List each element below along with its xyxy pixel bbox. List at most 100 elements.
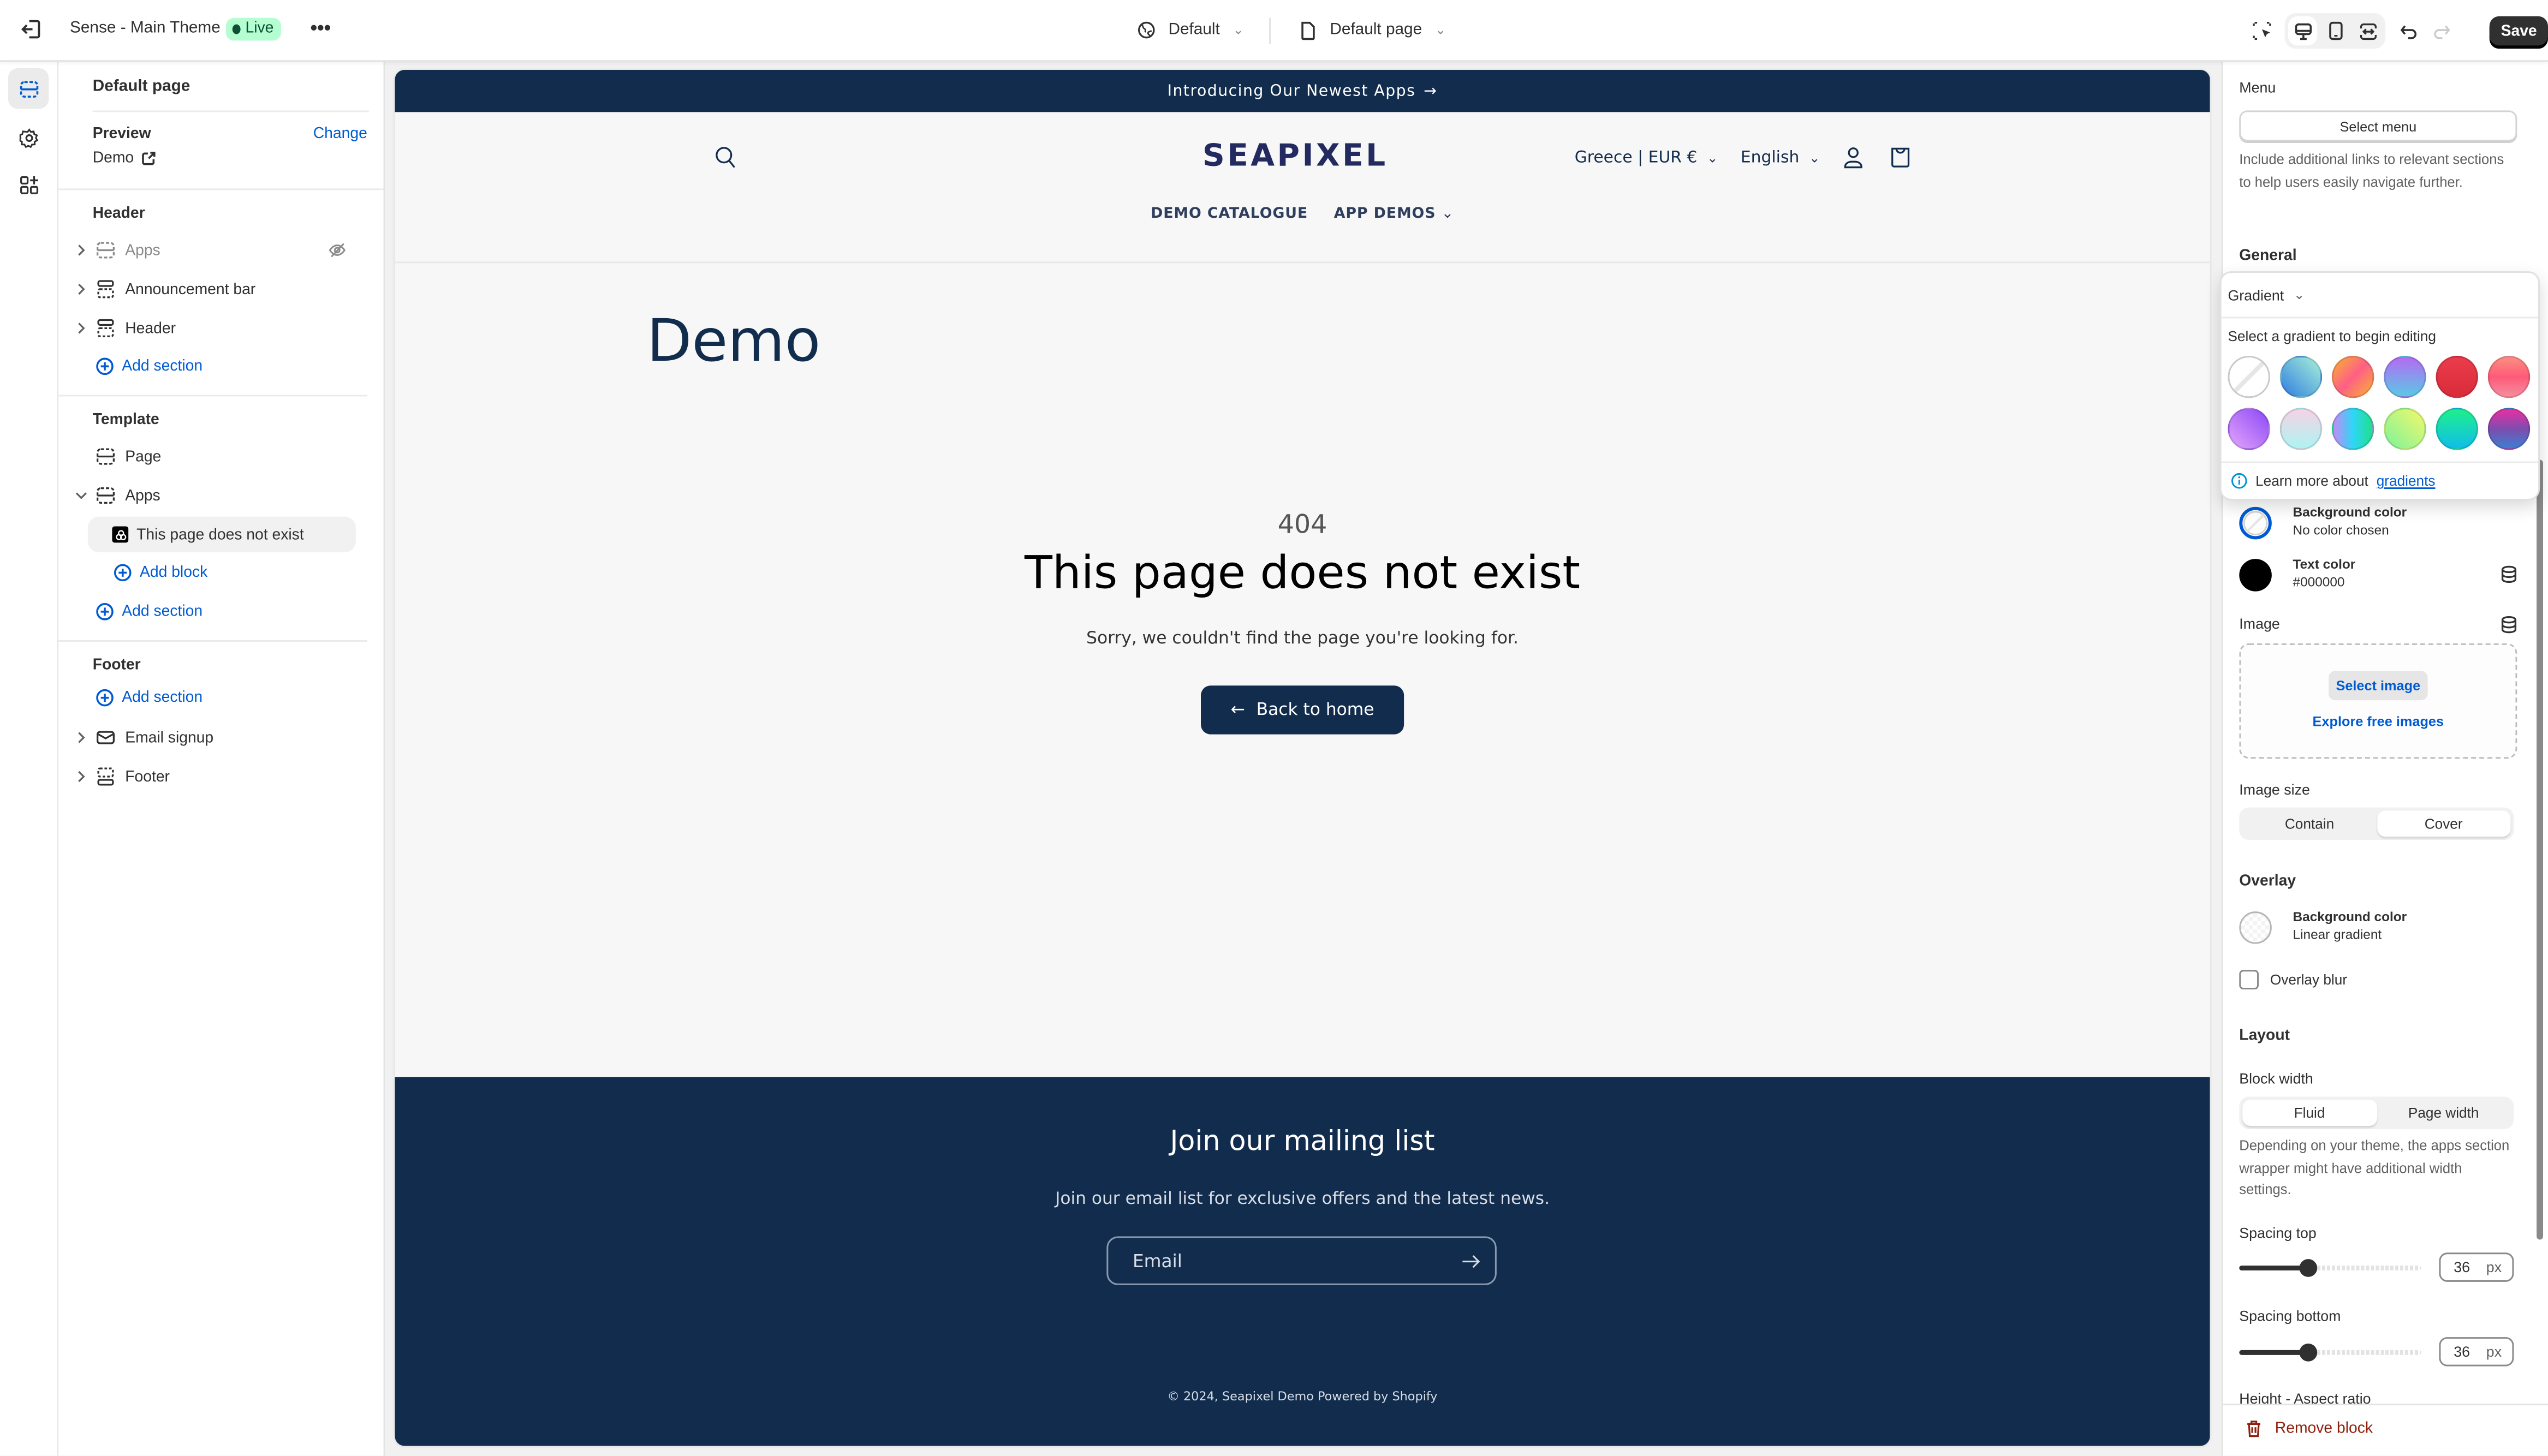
gradient-preset-none[interactable] (2228, 355, 2270, 398)
more-actions-button[interactable]: ••• (311, 16, 331, 39)
spacing-bottom-slider[interactable]: 36 px (2239, 1337, 2515, 1367)
add-section-header-button[interactable]: Add section (96, 357, 203, 375)
change-preview-link[interactable]: Change (313, 125, 367, 143)
chevron-down-icon: ⌄ (2294, 287, 2305, 302)
overlay-background-setting[interactable]: Background color Linear gradient (2239, 910, 2517, 944)
email-input[interactable] (1129, 1248, 1428, 1273)
nav-link-app-demos[interactable]: APP DEMOS ⌄ (1334, 206, 1454, 223)
page-selector[interactable]: Default page ⌄ (1301, 20, 1446, 40)
select-image-button[interactable]: Select image (2329, 671, 2428, 701)
gradients-link[interactable]: gradients (2377, 473, 2436, 489)
store-logo[interactable]: SEAPIXEL (1202, 138, 1388, 174)
chevron-right-icon[interactable] (72, 244, 91, 257)
slider-thumb[interactable] (2299, 1343, 2318, 1362)
add-section-footer-button[interactable]: Add section (96, 689, 203, 707)
add-section-template-button[interactable]: Add section (96, 602, 203, 620)
announcement-bar[interactable]: Introducing Our Newest Apps → (395, 70, 2210, 112)
panel-scrollbar[interactable] (2537, 460, 2544, 1240)
image-size-label: Image size (2239, 781, 2310, 798)
theme-settings-button[interactable] (8, 117, 49, 157)
image-size-cover[interactable]: Cover (2376, 810, 2511, 837)
gradient-preset[interactable] (2279, 355, 2323, 398)
country-selector[interactable]: Greece | EUR € ⌄ (1575, 148, 1718, 166)
section-item-page[interactable]: Page (72, 439, 364, 474)
section-label: Announcement bar (125, 280, 256, 299)
exit-icon[interactable] (20, 18, 43, 41)
cart-icon[interactable] (1890, 146, 1911, 169)
gradient-preset[interactable] (2436, 355, 2478, 398)
external-link-icon[interactable] (142, 151, 157, 166)
inspector-icon[interactable] (2249, 18, 2275, 44)
spacing-bottom-input[interactable]: 36 px (2439, 1337, 2514, 1367)
hidden-eye-icon[interactable] (328, 242, 346, 259)
number-value[interactable]: 36 (2440, 1259, 2482, 1275)
number-value[interactable]: 36 (2440, 1344, 2482, 1360)
chevron-right-icon[interactable] (72, 731, 91, 744)
chevron-right-icon[interactable] (72, 770, 91, 783)
block-width-page[interactable]: Page width (2377, 1100, 2511, 1126)
chevron-right-icon[interactable] (72, 283, 91, 296)
gradient-preset[interactable] (2487, 355, 2531, 398)
undo-icon[interactable] (2395, 18, 2421, 44)
desktop-view-button[interactable] (2288, 16, 2318, 46)
divider (1270, 17, 1272, 43)
fullwidth-view-button[interactable] (2353, 16, 2383, 46)
overlay-blur-checkbox[interactable]: Overlay blur (2239, 970, 2347, 989)
store-preview: Introducing Our Newest Apps → SEAPIXEL G… (395, 70, 2210, 1446)
section-item-announcement-bar[interactable]: Announcement bar (72, 271, 364, 307)
search-icon[interactable] (715, 146, 736, 169)
back-to-home-button[interactable]: ← Back to home (1201, 685, 1404, 735)
account-icon[interactable] (1843, 146, 1864, 169)
overlay-color-swatch[interactable] (2239, 910, 2272, 944)
text-color-setting[interactable]: Text color #000000 (2239, 557, 2517, 592)
gradient-type-selector[interactable]: Gradient ⌄ (2221, 273, 2539, 319)
section-item-header[interactable]: Header (72, 311, 364, 346)
gradient-type-label: Gradient (2228, 287, 2284, 303)
error-code: 404 (1277, 508, 1327, 540)
sections-nav-button[interactable] (8, 68, 49, 109)
nav-link-demo-catalogue[interactable]: DEMO CATALOGUE (1151, 206, 1308, 223)
language-selector[interactable]: English ⌄ (1741, 148, 1820, 166)
redo-icon[interactable] (2428, 18, 2454, 44)
mobile-view-button[interactable] (2320, 16, 2350, 46)
slider-thumb[interactable] (2299, 1259, 2318, 1277)
layout-heading: Layout (2239, 1027, 2290, 1045)
gradient-preset[interactable] (2228, 408, 2270, 450)
spacing-top-input[interactable]: 36 px (2439, 1252, 2514, 1282)
gradient-preset[interactable] (2436, 408, 2478, 450)
gradient-preset[interactable] (2279, 408, 2323, 450)
save-button[interactable]: Save (2489, 15, 2548, 46)
block-item-selected[interactable]: This page does not exist (87, 516, 356, 553)
section-item-apps-header[interactable]: Apps (72, 232, 364, 268)
gradient-prompt: Select a gradient to begin editing (2228, 328, 2436, 345)
section-item-email-signup[interactable]: Email signup (72, 720, 364, 755)
gradient-preset[interactable] (2384, 408, 2426, 450)
add-block-button[interactable]: Add block (114, 564, 207, 582)
market-selector[interactable]: Default ⌄ (1138, 21, 1244, 39)
background-color-setting[interactable]: Background color No color chosen (2239, 505, 2517, 540)
block-width-fluid[interactable]: Fluid (2242, 1100, 2377, 1126)
gradient-preset[interactable] (2384, 355, 2426, 398)
arrow-right-icon[interactable] (1462, 1254, 1480, 1268)
section-item-apps-template[interactable]: Apps (72, 478, 364, 513)
app-embeds-button[interactable] (8, 164, 49, 205)
gradient-preset[interactable] (2331, 355, 2374, 398)
section-item-footer[interactable]: Footer (72, 759, 364, 794)
block-width-help: Depending on your theme, the apps sectio… (2239, 1137, 2510, 1198)
checkbox[interactable] (2239, 970, 2259, 989)
dynamic-source-icon[interactable] (2501, 565, 2517, 583)
select-menu-button[interactable]: Select menu (2239, 110, 2517, 141)
gradient-preset[interactable] (2331, 408, 2374, 450)
background-color-swatch[interactable] (2239, 506, 2272, 539)
newsletter-email-field[interactable] (1106, 1236, 1497, 1285)
explore-free-images-link[interactable]: Explore free images (2241, 713, 2515, 730)
chevron-right-icon[interactable] (72, 321, 91, 335)
spacing-top-slider[interactable]: 36 px (2239, 1252, 2515, 1282)
gradient-preset[interactable] (2487, 408, 2531, 450)
image-size-contain[interactable]: Contain (2242, 811, 2377, 837)
dynamic-source-icon[interactable] (2501, 616, 2517, 634)
preview-value[interactable]: Demo (93, 150, 157, 168)
text-color-swatch[interactable] (2239, 558, 2272, 591)
remove-block-button[interactable]: Remove block (2246, 1420, 2373, 1438)
chevron-down-icon[interactable] (72, 491, 91, 500)
